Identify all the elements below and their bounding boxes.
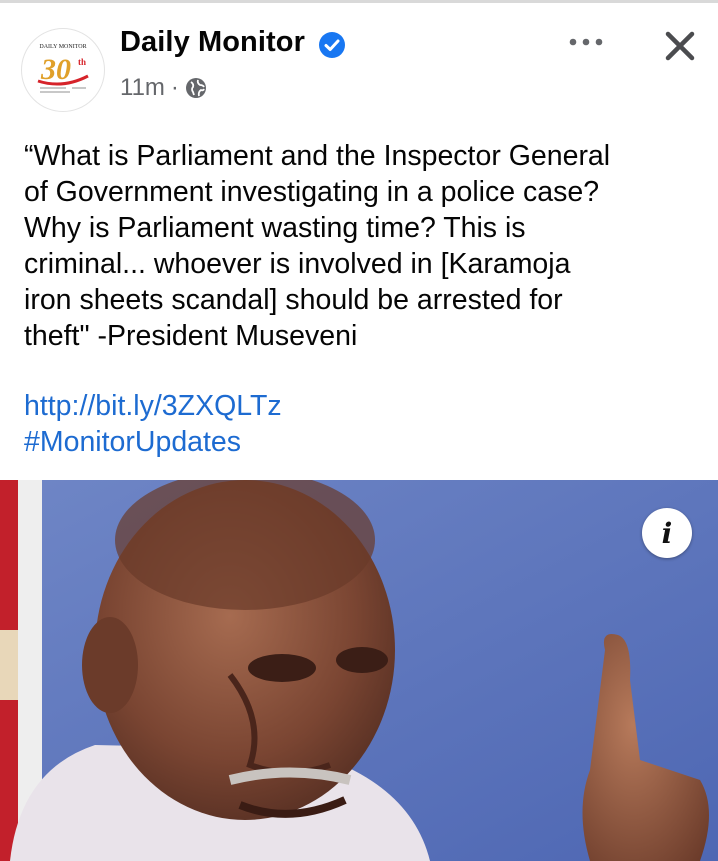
page-name[interactable]: Daily Monitor: [120, 26, 305, 59]
svg-text:30: 30: [40, 53, 71, 86]
globe-icon: [185, 78, 206, 98]
info-icon[interactable]: i: [642, 508, 692, 558]
top-divider: [0, 0, 718, 3]
post-text-line: Why is Parliament wasting time? This is: [24, 212, 526, 244]
post-text-line: theft" -President Museveni: [24, 320, 358, 352]
daily-monitor-30-logo: DAILY MONITOR 30 th: [37, 44, 89, 93]
post-text-line: criminal... whoever is involved in [Kara…: [24, 248, 571, 280]
hashtag-link[interactable]: #MonitorUpdates: [24, 424, 241, 460]
post-meta: 11m ·: [120, 74, 207, 102]
page-avatar[interactable]: DAILY MONITOR 30 th: [21, 28, 105, 112]
meta-separator: ·: [170, 74, 179, 101]
svg-text:DAILY MONITOR: DAILY MONITOR: [39, 44, 86, 50]
post-text-line: “What is Parliament and the Inspector Ge…: [24, 140, 611, 172]
verified-badge-icon: [319, 32, 345, 58]
post-link[interactable]: http://bit.ly/3ZXQLTz: [24, 388, 282, 424]
svg-text:th: th: [78, 57, 86, 67]
close-icon[interactable]: [662, 28, 698, 64]
post-photo[interactable]: [0, 480, 718, 861]
post-body: “What is Parliament and the Inspector Ge…: [24, 138, 704, 354]
post-text-line: iron sheets scandal] should be arrested …: [24, 284, 563, 316]
post-timestamp[interactable]: 11m: [120, 74, 165, 102]
president-photo-image: [0, 480, 718, 861]
post-text-line: of Government investigating in a police …: [24, 176, 600, 208]
more-options-icon[interactable]: [566, 30, 606, 54]
